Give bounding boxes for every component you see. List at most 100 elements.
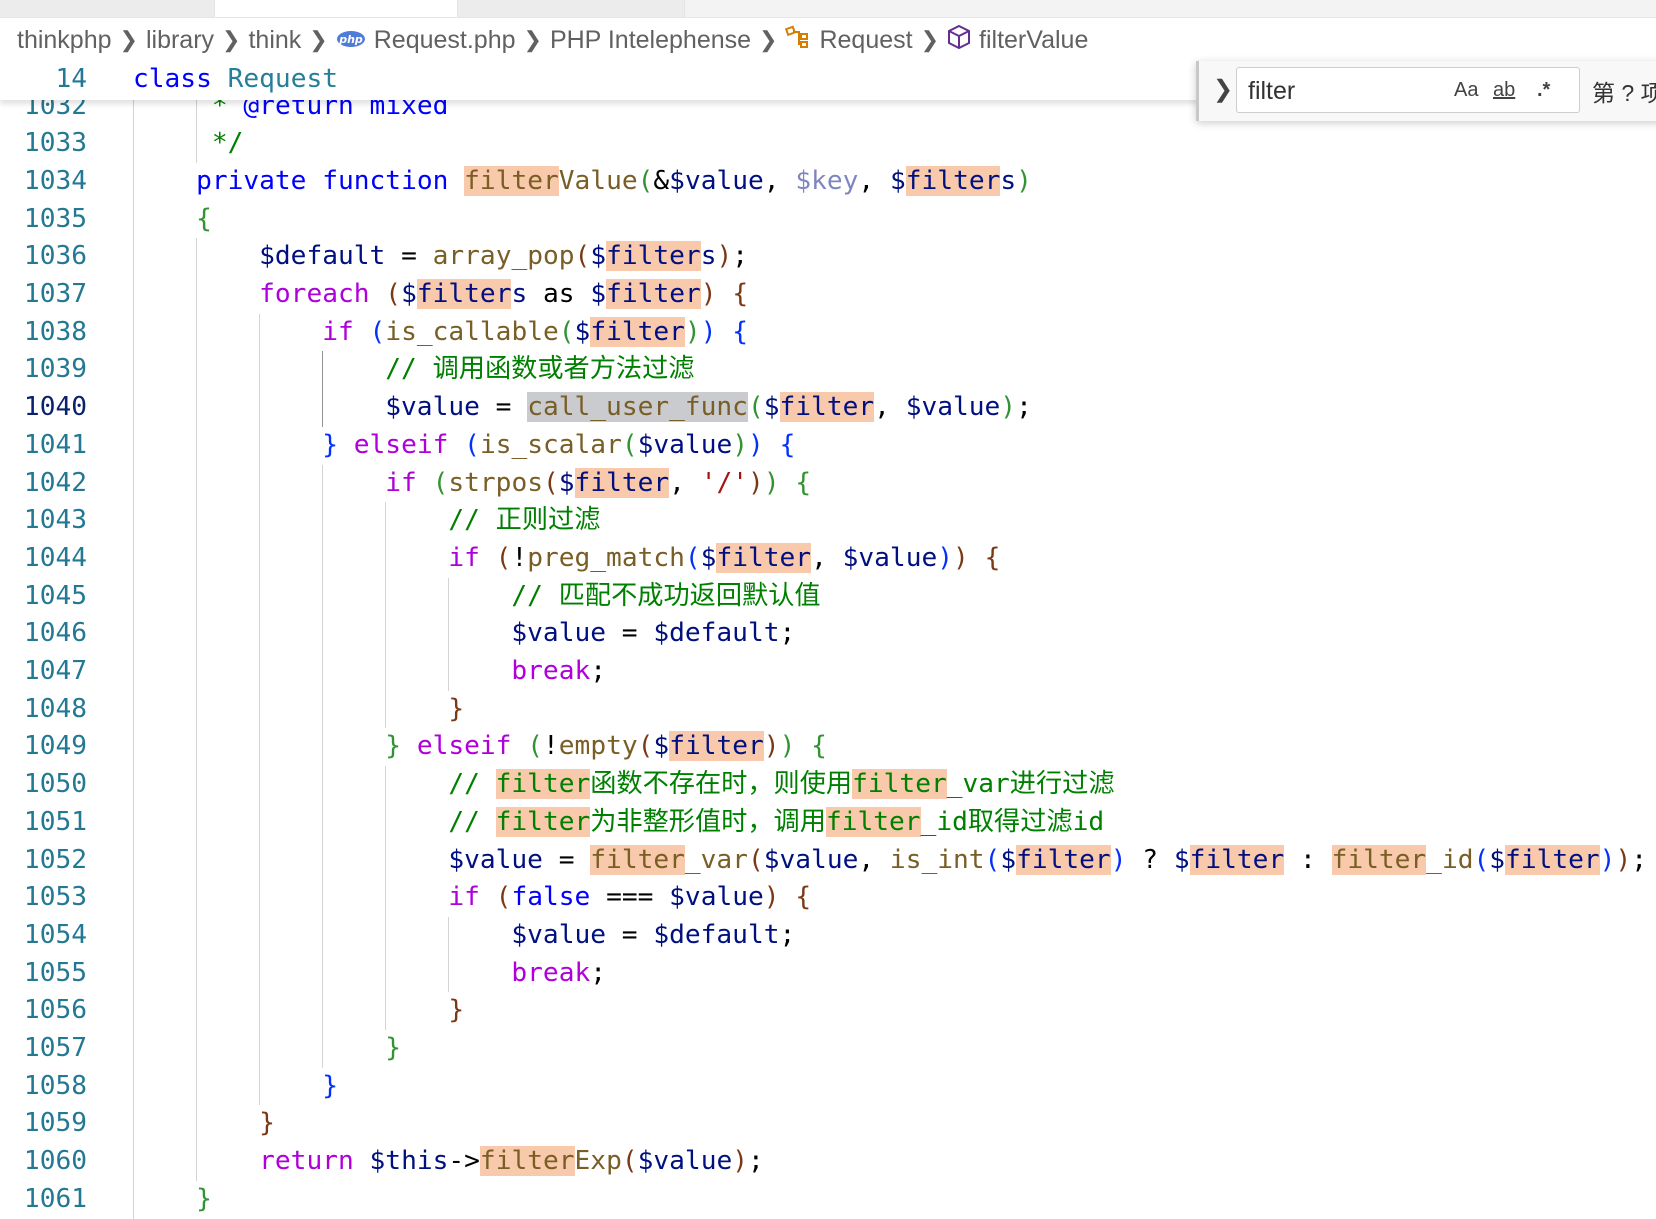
find-match: filter xyxy=(495,806,591,837)
code-text: private function filterValue(&$value, $k… xyxy=(196,165,1032,196)
code-line[interactable]: 1037 foreach ($filters as $filter) { xyxy=(0,276,1656,314)
code-line[interactable]: 1055 break; xyxy=(0,954,1656,993)
find-match: filter xyxy=(606,279,701,310)
class-icon xyxy=(785,25,811,56)
code-line[interactable]: 1045 // 匹配不成功返回默认值 xyxy=(0,577,1656,616)
chevron-right-icon: ❯ xyxy=(523,27,542,52)
code-line[interactable]: 1039 // 调用函数或者方法过滤 xyxy=(0,351,1656,390)
find-input-value: filter xyxy=(1248,77,1296,105)
line-number: 1053 xyxy=(23,882,87,913)
line-number: 1051 xyxy=(23,806,87,837)
line-number: 1044 xyxy=(23,542,87,573)
find-widget: ❯ filter Aa ab .* 第 ? 项 xyxy=(1196,61,1656,121)
chevron-right-icon: ❯ xyxy=(920,27,940,52)
code-line[interactable]: 1056 } xyxy=(0,992,1656,1031)
whole-word-button[interactable]: ab xyxy=(1493,79,1515,102)
match-case-button[interactable]: Aa xyxy=(1454,79,1478,102)
code-text: } xyxy=(259,1108,275,1139)
code-line[interactable]: 1046 $value = $default; xyxy=(0,615,1656,654)
code-line[interactable]: 1047 break; xyxy=(0,653,1656,691)
code-text: $value = filter_var($value, is_int($filt… xyxy=(448,844,1647,875)
line-number: 1042 xyxy=(23,467,87,498)
code-line[interactable]: 1060 return $this->filterExp($value); xyxy=(0,1143,1656,1181)
code-text: $value = $default; xyxy=(511,919,796,950)
code-line[interactable]: 1042 if (strpos($filter, '/')) { xyxy=(0,464,1656,503)
code-line[interactable]: 1053 if (false === $value) { xyxy=(0,879,1656,917)
code-text: { xyxy=(196,203,212,234)
code-text: // 调用函数或者方法过滤 xyxy=(385,354,695,385)
editor-tab[interactable] xyxy=(458,0,685,17)
code-line[interactable]: 1052 $value = filter_var($value, is_int(… xyxy=(0,841,1656,880)
code-line[interactable]: 1051 // filter为非整形值时，调用filter_id取得过滤id xyxy=(0,803,1656,842)
line-number: 1046 xyxy=(23,618,87,649)
find-match: filter xyxy=(479,1146,575,1177)
code-line[interactable]: 1054 $value = $default; xyxy=(0,916,1656,955)
code-line[interactable]: 1036 $default = array_pop($filters); xyxy=(0,238,1656,277)
code-line[interactable]: 1058 } xyxy=(0,1067,1656,1106)
editor-tab-active[interactable] xyxy=(215,0,458,17)
find-input[interactable]: filter Aa ab .* xyxy=(1236,67,1580,113)
line-number: 1039 xyxy=(23,354,87,385)
code-line[interactable]: 1050 // filter函数不存在时，则使用filter_var进行过滤 xyxy=(0,766,1656,804)
breadcrumb-item[interactable]: php Request.php xyxy=(336,26,516,55)
code-text: break; xyxy=(511,957,607,988)
code-line[interactable]: 1044 if (!preg_match($filter, $value)) { xyxy=(0,539,1656,578)
word-highlight: call_user_func xyxy=(527,392,748,423)
code-text: // filter为非整形值时，调用filter_id取得过滤id xyxy=(448,806,1105,837)
code-line[interactable]: 1035 { xyxy=(0,200,1656,239)
line-number: 1040 xyxy=(23,392,87,423)
breadcrumb-label: Request xyxy=(819,25,913,54)
code-text: $value = call_user_func($filter, $value)… xyxy=(385,392,1032,423)
breadcrumb-item[interactable]: thinkphp xyxy=(17,26,112,55)
breadcrumb-item[interactable]: filterValue xyxy=(947,24,1088,57)
code-line[interactable]: 1033 */ xyxy=(0,125,1656,163)
code-line[interactable]: 1059 } xyxy=(0,1105,1656,1144)
line-number: 1060 xyxy=(23,1146,87,1177)
find-match: filter xyxy=(590,844,685,875)
code-line[interactable]: 1049 } elseif (!empty($filter)) { xyxy=(0,728,1656,767)
code-line[interactable]: 1038 if (is_callable($filter)) { xyxy=(0,313,1656,352)
breadcrumb-item[interactable]: Request xyxy=(785,25,913,56)
code-text: } xyxy=(448,693,465,724)
breadcrumb-label: library xyxy=(145,25,215,54)
chevron-right-icon: ❯ xyxy=(309,27,328,52)
editor-tab[interactable] xyxy=(0,0,215,17)
line-number: 1054 xyxy=(23,919,87,950)
line-number: 1036 xyxy=(23,241,87,272)
line-number: 1058 xyxy=(23,1070,87,1101)
code-editor[interactable]: 1032 * @return mixed 1033 */1034 private … xyxy=(0,0,1656,1219)
line-number: 1041 xyxy=(23,429,87,460)
breadcrumb-item[interactable]: think xyxy=(248,26,301,55)
code-line[interactable]: 1048 } xyxy=(0,690,1656,729)
line-number: 1033 xyxy=(23,128,87,159)
line-number: 1045 xyxy=(23,580,87,611)
code-line[interactable]: 1057 } xyxy=(0,1030,1656,1068)
code-text: */ xyxy=(211,128,244,159)
find-match: filter xyxy=(590,316,685,347)
breadcrumb-item[interactable]: PHP Intelephense xyxy=(550,26,751,55)
line-number: 1055 xyxy=(23,957,87,988)
line-number: 1050 xyxy=(23,769,87,800)
find-match: filter xyxy=(905,165,1001,196)
match-count: 第 ? 项 xyxy=(1592,80,1656,106)
line-number: 1047 xyxy=(23,656,87,687)
code-line[interactable]: 1043 // 正则过滤 xyxy=(0,502,1656,540)
code-text: } elseif (is_scalar($value)) { xyxy=(322,429,796,460)
line-number: 1048 xyxy=(23,693,87,724)
toggle-replace-chevron-icon[interactable]: ❯ xyxy=(1213,75,1233,104)
breadcrumb-label: filterValue xyxy=(979,25,1089,54)
breadcrumb-item[interactable]: library xyxy=(146,26,214,55)
breadcrumb-label: thinkphp xyxy=(17,25,112,54)
code-line[interactable]: 1034 private function filterValue(&$valu… xyxy=(0,162,1656,201)
code-line[interactable]: 1040 $value = call_user_func($filter, $v… xyxy=(0,389,1656,427)
find-match: filter xyxy=(1505,844,1600,875)
regex-button[interactable]: .* xyxy=(1537,79,1550,102)
code-text: $value = $default; xyxy=(511,618,796,649)
line-number: 1057 xyxy=(23,1033,87,1064)
code-text: break; xyxy=(511,656,607,687)
code-text: return $this->filterExp($value); xyxy=(259,1146,764,1177)
find-match: filter xyxy=(669,731,764,762)
code-line[interactable]: 1041 } elseif (is_scalar($value)) { xyxy=(0,426,1656,465)
line-number: 1052 xyxy=(23,844,87,875)
code-text: if (!preg_match($filter, $value)) { xyxy=(448,542,1001,573)
